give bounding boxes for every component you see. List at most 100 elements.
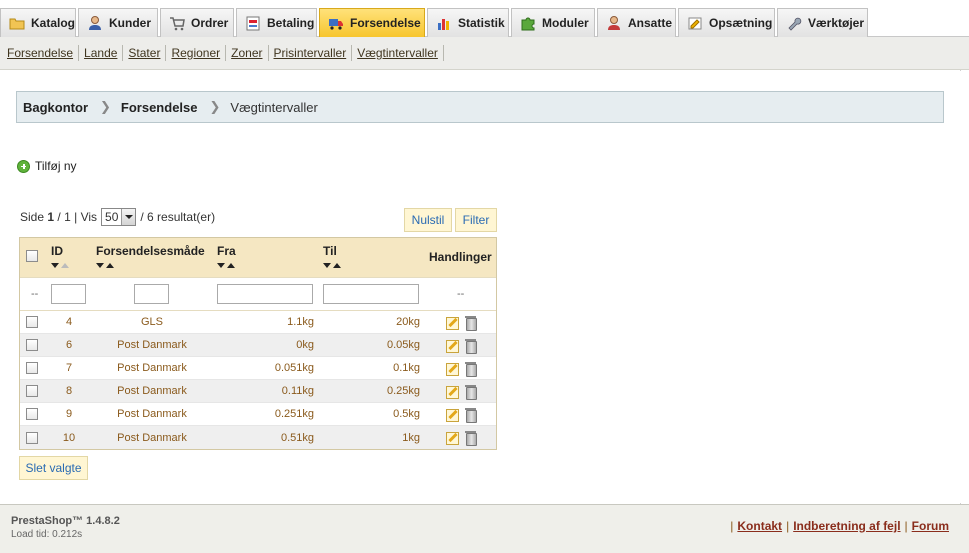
row-from: 0.11kg bbox=[281, 385, 314, 397]
cart-icon bbox=[169, 15, 185, 31]
tab-label: Statistik bbox=[458, 16, 505, 30]
row-checkbox[interactable] bbox=[26, 431, 38, 444]
row-from: 0.51kg bbox=[280, 431, 314, 444]
add-new-link[interactable]: Tilføj ny bbox=[17, 159, 77, 173]
breadcrumb-section[interactable]: Forsendelse bbox=[121, 100, 198, 115]
tab-ansatte[interactable]: Ansatte bbox=[597, 8, 676, 37]
row-checkbox[interactable] bbox=[26, 339, 38, 351]
row-checkbox[interactable] bbox=[26, 316, 38, 328]
table-row[interactable]: 10 Post Danmark 0.51kg 1kg bbox=[20, 426, 496, 449]
sort-asc-icon[interactable] bbox=[61, 263, 69, 268]
tab-label: Betaling bbox=[267, 16, 315, 30]
result-count: / 6 resultat(er) bbox=[140, 210, 216, 224]
subnav-vaegtintervaller[interactable]: Vægtintervaller bbox=[352, 45, 444, 61]
select-all-checkbox[interactable] bbox=[26, 250, 38, 262]
delete-icon[interactable] bbox=[464, 407, 478, 423]
tab-vaerktoejer[interactable]: Værktøjer bbox=[777, 8, 868, 37]
subnav-forsendelse[interactable]: Forsendelse bbox=[2, 45, 80, 61]
sort-desc-icon[interactable] bbox=[217, 263, 225, 268]
sort-desc-icon[interactable] bbox=[51, 263, 59, 268]
user-icon bbox=[87, 15, 103, 31]
tab-label: Moduler bbox=[542, 16, 589, 30]
row-to: 0.5kg bbox=[393, 408, 420, 420]
breadcrumb-root[interactable]: Bagkontor bbox=[23, 100, 88, 115]
edit-icon[interactable] bbox=[445, 315, 459, 330]
col-header-id: ID bbox=[51, 244, 63, 258]
sort-asc-icon[interactable] bbox=[227, 263, 235, 268]
tab-forsendelse[interactable]: Forsendelse bbox=[319, 8, 425, 37]
sort-asc-icon[interactable] bbox=[106, 263, 114, 268]
tab-kunder[interactable]: Kunder bbox=[78, 8, 158, 37]
tab-opsaetning[interactable]: Opsætning bbox=[678, 8, 775, 37]
main-tab-bar: Katalog Kunder Ordrer Betaling Forsendel… bbox=[0, 0, 969, 38]
table-row[interactable]: 7 Post Danmark 0.051kg 0.1kg bbox=[20, 357, 496, 380]
delete-selected-button[interactable]: Slet valgte bbox=[19, 456, 88, 480]
tab-katalog[interactable]: Katalog bbox=[0, 8, 76, 37]
footer-brand: PrestaShop™ 1.4.8.2 bbox=[11, 515, 120, 527]
tab-statistik[interactable]: Statistik bbox=[427, 8, 509, 37]
table-row[interactable]: 9 Post Danmark 0.251kg 0.5kg bbox=[20, 403, 496, 426]
subnav-lande[interactable]: Lande bbox=[79, 45, 124, 61]
filter-id-input[interactable] bbox=[51, 284, 86, 304]
row-checkbox[interactable] bbox=[26, 362, 38, 374]
footer-link-forum[interactable]: Forum bbox=[912, 519, 949, 533]
tab-label: Katalog bbox=[31, 16, 76, 30]
sort-method bbox=[96, 263, 114, 268]
table-row[interactable]: 8 Post Danmark 0.11kg 0.25kg bbox=[20, 380, 496, 403]
tab-label: Kunder bbox=[109, 16, 151, 30]
delete-icon[interactable] bbox=[464, 338, 478, 354]
sort-desc-icon[interactable] bbox=[323, 263, 331, 268]
tab-label: Forsendelse bbox=[350, 16, 421, 30]
row-to: 0.25kg bbox=[386, 385, 420, 397]
footer-link-bug-report[interactable]: Indberetning af fejl bbox=[793, 519, 900, 533]
edit-icon[interactable] bbox=[445, 407, 459, 422]
footer-link-contact[interactable]: Kontakt bbox=[737, 519, 782, 533]
subnav-stater[interactable]: Stater bbox=[123, 45, 167, 61]
row-id: 9 bbox=[65, 408, 73, 420]
filter-button[interactable]: Filter bbox=[455, 208, 497, 232]
delete-icon[interactable] bbox=[464, 315, 478, 331]
row-method: Post Danmark bbox=[117, 339, 187, 351]
filter-method-input[interactable] bbox=[134, 284, 169, 304]
footer-load-time: Load tid: 0.212s bbox=[11, 529, 83, 540]
table-row[interactable]: 4 GLS 1.1kg 20kg bbox=[20, 311, 496, 334]
main-content: Bagkontor ❯ Forsendelse ❯ Vægtintervalle… bbox=[0, 71, 969, 503]
filter-from-input[interactable] bbox=[217, 284, 313, 304]
edit-icon[interactable] bbox=[445, 338, 459, 353]
subnav-zoner[interactable]: Zoner bbox=[226, 45, 269, 61]
per-page-select[interactable]: 50 bbox=[101, 208, 137, 226]
reset-button[interactable]: Nulstil bbox=[404, 208, 452, 232]
row-checkbox[interactable] bbox=[26, 408, 38, 420]
footer-links: | Kontakt | Indberetning af fejl | Forum bbox=[730, 519, 949, 533]
folder-icon bbox=[9, 15, 25, 31]
row-checkbox[interactable] bbox=[26, 385, 38, 397]
edit-icon[interactable] bbox=[445, 384, 459, 399]
edit-icon[interactable] bbox=[445, 361, 459, 376]
chart-icon bbox=[436, 15, 452, 31]
subnav-prisintervaller[interactable]: Prisintervaller bbox=[269, 45, 353, 61]
tab-label: Ansatte bbox=[628, 16, 673, 30]
filter-to-input[interactable] bbox=[323, 284, 419, 304]
row-method: Post Danmark bbox=[117, 385, 187, 397]
row-method: Post Danmark bbox=[117, 431, 187, 444]
delete-icon[interactable] bbox=[464, 430, 478, 446]
sort-desc-icon[interactable] bbox=[96, 263, 104, 268]
tab-label: Opsætning bbox=[709, 16, 773, 30]
delete-icon[interactable] bbox=[464, 361, 478, 377]
footer: PrestaShop™ 1.4.8.2 Load tid: 0.212s | K… bbox=[0, 504, 969, 553]
table-row[interactable]: 6 Post Danmark 0kg 0.05kg bbox=[20, 334, 496, 357]
delete-icon[interactable] bbox=[464, 384, 478, 400]
tab-ordrer[interactable]: Ordrer bbox=[160, 8, 234, 37]
row-to: 0.1kg bbox=[393, 362, 420, 374]
sort-asc-icon[interactable] bbox=[333, 263, 341, 268]
tab-betaling[interactable]: Betaling bbox=[236, 8, 317, 37]
sort-to bbox=[323, 263, 341, 268]
row-id: 8 bbox=[65, 385, 73, 397]
tab-moduler[interactable]: Moduler bbox=[511, 8, 595, 37]
subnav-regioner[interactable]: Regioner bbox=[166, 45, 227, 61]
wrench-icon bbox=[786, 15, 802, 31]
row-id: 4 bbox=[65, 316, 73, 328]
col-header-from: Fra bbox=[217, 244, 236, 258]
edit-icon[interactable] bbox=[445, 430, 459, 445]
filter-placeholder: -- bbox=[31, 288, 39, 300]
